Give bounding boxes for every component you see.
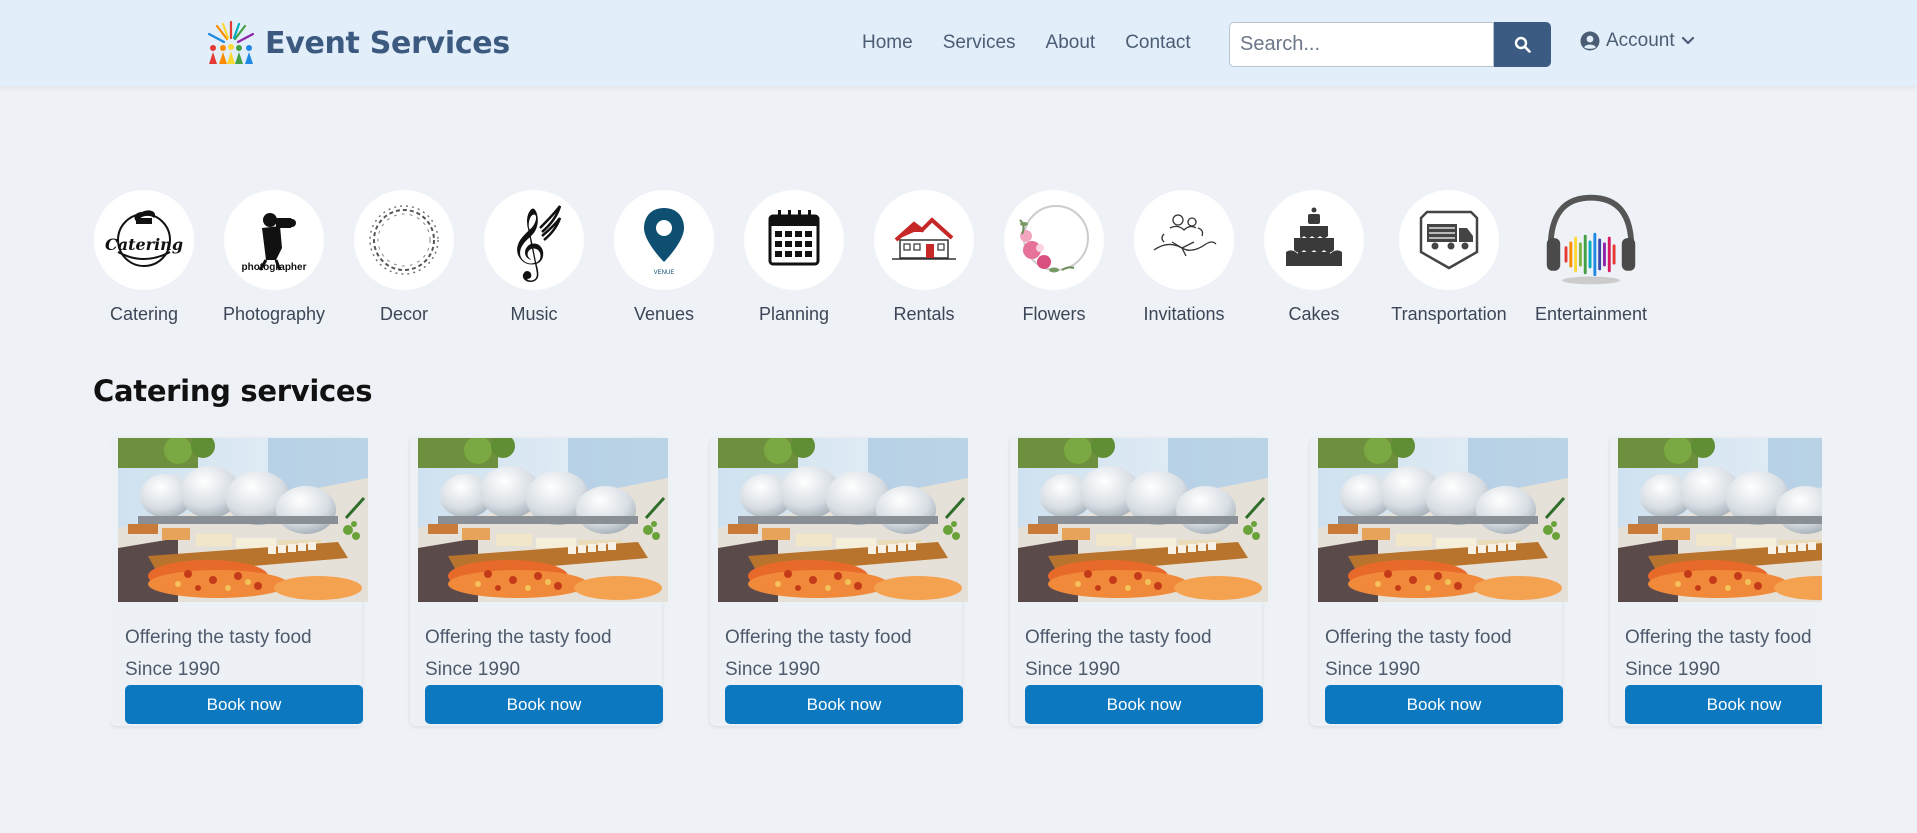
category-invitations[interactable]: Invitations <box>1114 190 1254 325</box>
card-line-1: Offering the tasty food <box>725 627 912 648</box>
card-line-2: Since 1990 <box>1325 659 1421 680</box>
category-row: Catering Catering photographer Photograp… <box>0 190 1917 330</box>
category-label: Planning <box>758 304 830 324</box>
card-description: Offering the tasty food Since 1990 <box>1325 622 1560 686</box>
search-button[interactable] <box>1494 22 1551 67</box>
category-flowers[interactable]: Flowers <box>984 190 1124 325</box>
catering-logo-text: Catering <box>105 235 183 254</box>
service-card: Offering the tasty food Since 1990 Book … <box>410 438 668 726</box>
book-now-button[interactable]: Book now <box>725 685 963 724</box>
location-pin-icon: VENUE <box>614 190 714 290</box>
search-icon <box>1514 36 1531 53</box>
category-label: Venues <box>633 304 695 324</box>
top-navbar: Event Services Home Services About Conta… <box>0 0 1917 86</box>
service-card: Offering the tasty food Since 1990 Book … <box>710 438 968 726</box>
book-now-button[interactable]: Book now <box>125 685 363 724</box>
category-entertainment[interactable]: Entertainment <box>1521 190 1661 325</box>
account-menu[interactable]: Account <box>1580 30 1695 52</box>
people-celebration-logo-icon <box>207 20 255 64</box>
nav-link-home[interactable]: Home <box>862 32 913 54</box>
category-photography[interactable]: photographer Photography <box>204 190 344 325</box>
card-line-1: Offering the tasty food <box>125 627 312 648</box>
category-planning[interactable]: Planning <box>724 190 864 325</box>
brand-name: Event Services <box>265 25 510 61</box>
card-line-2: Since 1990 <box>125 659 221 680</box>
card-line-1: Offering the tasty food <box>1625 627 1812 648</box>
category-transportation[interactable]: Transportation <box>1379 190 1519 325</box>
category-catering[interactable]: Catering Catering <box>74 190 214 325</box>
service-card: Offering the tasty food Since 1990 Book … <box>1610 438 1822 726</box>
catering-cards-carousel: Offering the tasty food Since 1990 Book … <box>110 432 1822 732</box>
catering-food-image <box>1318 438 1568 602</box>
category-label: Cakes <box>1288 304 1340 324</box>
search-input[interactable] <box>1229 22 1494 67</box>
catering-food-image <box>1018 438 1268 602</box>
catering-icon: Catering <box>94 190 194 290</box>
card-description: Offering the tasty food Since 1990 <box>1025 622 1260 686</box>
nav-link-contact[interactable]: Contact <box>1125 32 1190 54</box>
nav-link-services[interactable]: Services <box>943 32 1016 54</box>
calendar-icon <box>744 190 844 290</box>
card-description: Offering the tasty food Since 1990 <box>425 622 660 686</box>
house-icon <box>874 190 974 290</box>
venue-logo-text: VENUE <box>654 270 675 276</box>
card-line-2: Since 1990 <box>425 659 521 680</box>
svg-text:𝄞: 𝄞 <box>510 206 547 282</box>
treble-clef-icon: 𝄞 <box>484 190 584 290</box>
card-line-1: Offering the tasty food <box>1325 627 1512 648</box>
nav-link-about[interactable]: About <box>1046 32 1096 54</box>
cake-icon <box>1264 190 1364 290</box>
card-line-2: Since 1990 <box>1025 659 1121 680</box>
card-description: Offering the tasty food Since 1990 <box>1625 622 1822 686</box>
card-line-2: Since 1990 <box>1625 659 1721 680</box>
catering-food-image <box>1618 438 1822 602</box>
category-cakes[interactable]: Cakes <box>1244 190 1384 325</box>
section-title: Catering services <box>93 374 373 408</box>
wreath-icon <box>354 190 454 290</box>
catering-food-image <box>418 438 668 602</box>
card-line-1: Offering the tasty food <box>425 627 612 648</box>
book-now-button[interactable]: Book now <box>1625 685 1822 724</box>
service-card: Offering the tasty food Since 1990 Book … <box>110 438 368 726</box>
floral-wreath-icon <box>1004 190 1104 290</box>
card-line-2: Since 1990 <box>725 659 821 680</box>
category-rentals[interactable]: Rentals <box>854 190 994 325</box>
brand[interactable]: Event Services <box>205 20 510 66</box>
category-label: Music <box>510 304 558 324</box>
category-label: Flowers <box>1022 304 1086 324</box>
category-label: Photography <box>222 304 326 324</box>
category-venues[interactable]: VENUE Venues <box>594 190 734 325</box>
user-circle-icon <box>1580 31 1600 51</box>
search-bar <box>1229 22 1551 67</box>
headphones-icon <box>1541 190 1641 290</box>
card-line-1: Offering the tasty food <box>1025 627 1212 648</box>
book-now-button[interactable]: Book now <box>425 685 663 724</box>
card-description: Offering the tasty food Since 1990 <box>125 622 360 686</box>
catering-food-image <box>718 438 968 602</box>
truck-icon <box>1399 190 1499 290</box>
book-now-button[interactable]: Book now <box>1025 685 1263 724</box>
chevron-down-icon <box>1681 36 1694 45</box>
service-card: Offering the tasty food Since 1990 Book … <box>1010 438 1268 726</box>
category-label: Catering <box>109 304 179 324</box>
account-label: Account <box>1606 30 1675 51</box>
category-music[interactable]: 𝄞 Music <box>464 190 604 325</box>
category-label: Transportation <box>1391 304 1507 324</box>
category-decor[interactable]: Decor <box>334 190 474 325</box>
catering-food-image <box>118 438 368 602</box>
category-label: Invitations <box>1143 304 1225 324</box>
nav-links: Home Services About Contact <box>862 32 1191 54</box>
photographer-logo-text: photographer <box>242 262 307 273</box>
invitation-sketch-icon <box>1134 190 1234 290</box>
category-label: Entertainment <box>1534 304 1648 324</box>
service-card: Offering the tasty food Since 1990 Book … <box>1310 438 1568 726</box>
photographer-icon: photographer <box>224 190 324 290</box>
category-label: Rentals <box>893 304 955 324</box>
book-now-button[interactable]: Book now <box>1325 685 1563 724</box>
category-label: Decor <box>379 304 428 324</box>
card-description: Offering the tasty food Since 1990 <box>725 622 960 686</box>
